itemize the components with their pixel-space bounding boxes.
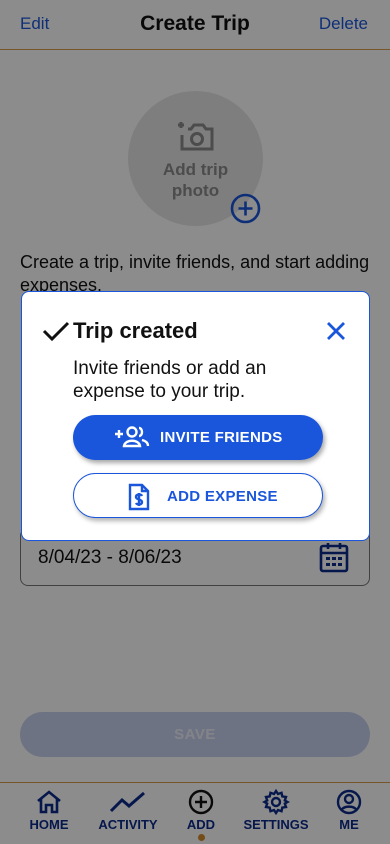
trip-created-dialog: Trip created Invite friends or add an ex… [21, 291, 370, 541]
dialog-message: Invite friends or add an expense to your… [73, 358, 267, 402]
add-expense-button[interactable]: ADD EXPENSE [73, 473, 323, 518]
checkmark-icon [42, 321, 70, 342]
receipt-dollar-icon [128, 483, 150, 511]
close-icon[interactable] [325, 320, 347, 342]
invite-friends-button[interactable]: INVITE FRIENDS [73, 415, 323, 460]
invite-friends-label: INVITE FRIENDS [160, 429, 283, 446]
dialog-title: Trip created [73, 318, 198, 343]
add-expense-label: ADD EXPENSE [167, 488, 278, 505]
add-people-icon [115, 426, 150, 448]
